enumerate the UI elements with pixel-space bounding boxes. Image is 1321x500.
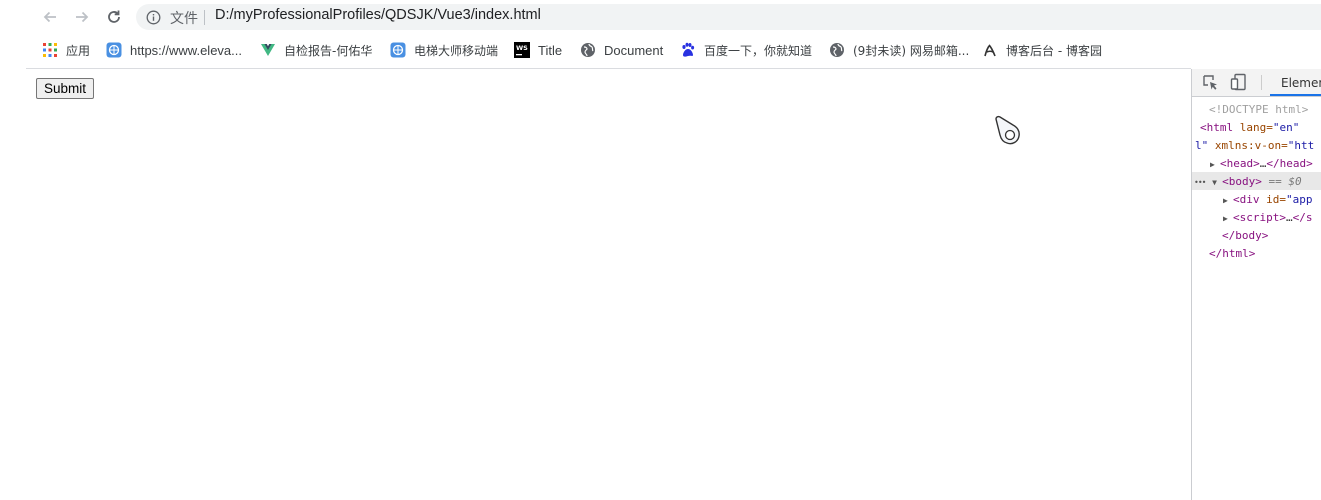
div-attr-name: id= <box>1266 193 1286 206</box>
vue-logo-icon <box>261 44 275 56</box>
body-close-tag: </body> <box>1222 229 1269 242</box>
bookmark-elevator-site[interactable]: https://www.eleva... <box>106 40 242 60</box>
html-attr-value: "htt <box>1287 139 1315 152</box>
world-icon <box>830 43 844 57</box>
dom-html-close[interactable]: </html> <box>1209 245 1255 263</box>
html-close-tag: </html> <box>1209 247 1256 260</box>
globe-icon <box>106 42 122 58</box>
selected-node-marker: == $0 <box>1268 175 1302 188</box>
inspect-element-icon[interactable] <box>1202 74 1219 91</box>
collapsed-ellipsis: … <box>1285 211 1293 224</box>
bookmark-label: 自检报告-何佑华 <box>284 43 373 58</box>
script-close-tag: </s <box>1292 211 1313 224</box>
collapse-arrow-icon[interactable]: ▼ <box>1212 174 1222 192</box>
script-open-tag: <script> <box>1233 211 1286 224</box>
bookmark-baidu[interactable]: 百度一下，你就知道 <box>680 40 812 60</box>
browser-toolbar: 文件 D:/myProfessionalProfiles/QDSJK/Vue3/… <box>0 0 1321 34</box>
bookmark-label: https://www.eleva... <box>130 42 242 58</box>
html-attr-name: lang= <box>1239 121 1273 134</box>
head-open-tag: <head> <box>1220 157 1260 170</box>
reload-button[interactable] <box>102 5 126 29</box>
dom-script[interactable]: ▶ <script>…</s <box>1223 209 1312 227</box>
bookmark-label: (9封未读) 网易邮箱... <box>853 43 970 58</box>
world-icon <box>581 43 595 57</box>
tab-elements[interactable]: Elemen <box>1270 69 1321 96</box>
dom-html-open[interactable]: <html lang="en" <box>1200 119 1299 137</box>
bookmark-elevator-mobile[interactable]: 电梯大师移动端 <box>390 40 498 60</box>
submit-button[interactable]: Submit <box>36 78 95 99</box>
expand-arrow-icon[interactable]: ▶ <box>1223 192 1233 210</box>
address-bar[interactable]: 文件 D:/myProfessionalProfiles/QDSJK/Vue3/… <box>136 4 1321 30</box>
bookmark-label: 博客后台 - 博客园 <box>1006 43 1102 58</box>
html-tag: <html <box>1200 121 1234 134</box>
bookmark-netease-mail[interactable]: (9封未读) 网易邮箱... <box>829 40 969 60</box>
html-attr-name: xmlns:v-on= <box>1214 139 1288 152</box>
dom-head[interactable]: ▶ <head>…</head> <box>1210 155 1313 173</box>
expand-arrow-icon[interactable]: ▶ <box>1223 210 1233 228</box>
div-tag: <div <box>1233 193 1260 206</box>
svg-text:WS: WS <box>516 44 528 52</box>
expand-arrow-icon[interactable]: ▶ <box>1210 156 1220 174</box>
arrow-back-icon <box>43 11 56 23</box>
devtools-panel: Elemen <!DOCTYPE html> <html lang="en" l… <box>1191 69 1321 500</box>
toolbar-divider <box>1261 75 1262 90</box>
more-actions-icon[interactable]: ••• <box>1194 178 1206 187</box>
head-close-tag: </head> <box>1266 157 1313 170</box>
bookmark-title[interactable]: WS Title <box>514 40 562 60</box>
globe-icon <box>390 42 406 58</box>
bookmark-label: 应用 <box>66 43 91 58</box>
back-button[interactable] <box>38 5 62 29</box>
bookmark-apps[interactable]: 应用 <box>42 40 90 60</box>
bookmark-self-check-report[interactable]: 自检报告-何佑华 <box>260 40 372 60</box>
url-scheme-label: 文件 <box>170 11 198 27</box>
bookmark-label: 电梯大师移动端 <box>414 43 499 58</box>
bookmark-cnblogs[interactable]: 博客后台 - 博客园 <box>982 40 1102 60</box>
devtools-tabbar: Elemen <box>1192 69 1321 97</box>
reload-icon <box>108 10 120 23</box>
url-text[interactable]: D:/myProfessionalProfiles/QDSJK/Vue3/ind… <box>215 7 541 23</box>
html-attr-value: l" <box>1195 139 1209 152</box>
baidu-paw-icon <box>682 42 695 57</box>
hand-cursor-icon <box>995 115 1020 145</box>
arrow-forward-icon <box>76 11 89 23</box>
dom-body-close[interactable]: </body> <box>1222 227 1268 245</box>
cnblogs-icon <box>984 44 996 57</box>
info-icon[interactable] <box>146 10 161 25</box>
device-toolbar-icon[interactable] <box>1230 73 1248 91</box>
bookmark-label: Document <box>604 42 664 58</box>
bookmark-label: Title <box>538 42 563 58</box>
dom-body[interactable]: ••• ▼ <body> == $0 <box>1194 173 1302 191</box>
webstorm-icon: WS <box>514 42 530 58</box>
doctype-text: <!DOCTYPE html> <box>1209 103 1309 116</box>
bookmarks-bar: 应用 https://www.eleva... 自检报告-何佑华 电梯大师移动端… <box>0 38 1321 62</box>
forward-button[interactable] <box>70 5 94 29</box>
address-divider <box>204 10 205 25</box>
bookmark-document[interactable]: Document <box>580 40 663 60</box>
body-open-tag: <body> <box>1222 175 1262 188</box>
apps-grid-icon <box>43 43 57 57</box>
dom-html-open-wrapped[interactable]: l" xmlns:v-on="htt <box>1195 137 1314 155</box>
div-attr-value: "app <box>1286 193 1313 206</box>
html-attr-value: "en" <box>1272 121 1300 134</box>
bookmark-label: 百度一下，你就知道 <box>704 43 813 58</box>
dom-div-app[interactable]: ▶ <div id="app <box>1223 191 1313 209</box>
dom-doctype[interactable]: <!DOCTYPE html> <box>1209 101 1308 119</box>
